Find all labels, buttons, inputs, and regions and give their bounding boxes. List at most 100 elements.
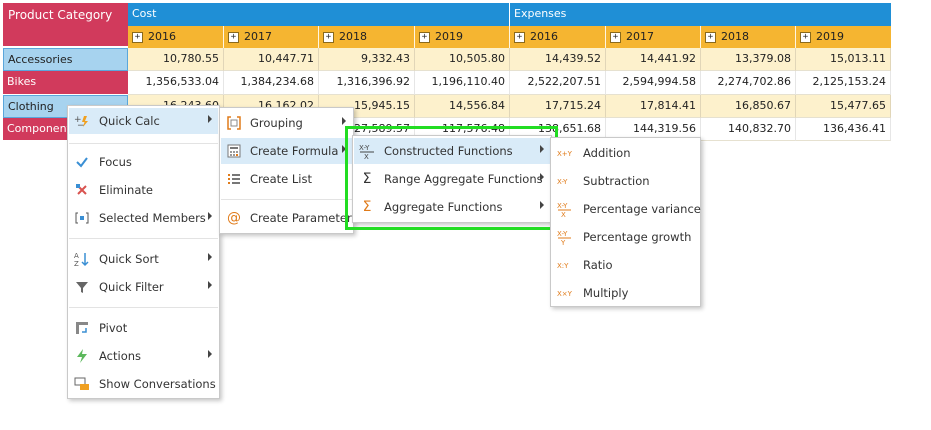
- table-cell[interactable]: 15,477.65: [796, 95, 891, 118]
- table-cell[interactable]: 16,850.67: [701, 95, 796, 118]
- chevron-right-icon: [208, 350, 212, 358]
- svg-text:−: −: [77, 121, 85, 129]
- menu-item-ratio[interactable]: X:Y Ratio: [552, 252, 699, 278]
- table-cell[interactable]: 14,439.52: [510, 48, 606, 71]
- menu-item-percentage-variance[interactable]: X-Y X Percentage variance: [552, 196, 701, 222]
- table-cell[interactable]: 10,505.80: [415, 48, 510, 71]
- svg-text:A: A: [74, 252, 79, 260]
- table-cell[interactable]: 14,441.92: [606, 48, 701, 71]
- menu-item-create-list[interactable]: Create List: [221, 166, 352, 192]
- svg-text:X-Y: X-Y: [557, 178, 568, 186]
- formula-icon: [226, 143, 242, 159]
- table-cell[interactable]: 2,125,153.24: [796, 71, 891, 95]
- table-cell[interactable]: 1,384,234.68: [224, 71, 319, 95]
- table-cell[interactable]: 2,522,207.51: [510, 71, 606, 95]
- menu-item-subtraction[interactable]: X-Y Subtraction: [552, 168, 699, 194]
- multiply-icon: X×Y: [557, 285, 573, 301]
- menu-item-quick-calc[interactable]: + − Quick Calc: [69, 108, 218, 134]
- svg-text:X: X: [561, 211, 566, 217]
- menu-item-create-parameter[interactable]: @ Create Parameter: [221, 205, 352, 231]
- table-cell[interactable]: 9,332.43: [319, 48, 415, 71]
- subtraction-icon: X-Y: [557, 173, 573, 189]
- menu-item-multiply[interactable]: X×Y Multiply: [552, 280, 699, 306]
- table-cell[interactable]: 10,780.55: [128, 48, 224, 71]
- table-cell[interactable]: 17,814.41: [606, 95, 701, 118]
- divider: [69, 238, 218, 239]
- year-header-cost-2016[interactable]: +2016: [128, 26, 224, 48]
- grouping-icon: [226, 115, 242, 131]
- table-cell[interactable]: 1,316,396.92: [319, 71, 415, 95]
- menu-item-addition[interactable]: X+Y Addition: [552, 140, 699, 166]
- percentage-growth-icon: X-Y Y: [557, 229, 573, 247]
- focus-icon: [74, 154, 90, 170]
- chevron-right-icon: [208, 212, 212, 220]
- expand-icon[interactable]: +: [610, 32, 621, 43]
- expand-icon[interactable]: +: [705, 32, 716, 43]
- chevron-right-icon: [208, 253, 212, 261]
- table-cell[interactable]: 136,436.41: [796, 118, 891, 141]
- chevron-right-icon: [208, 115, 212, 123]
- expand-icon[interactable]: +: [419, 32, 430, 43]
- row-label-accessories[interactable]: Accessories: [3, 48, 128, 71]
- expenses-group-header[interactable]: Expenses: [510, 3, 891, 26]
- divider: [221, 199, 352, 200]
- expand-icon[interactable]: +: [228, 32, 239, 43]
- menu-item-focus[interactable]: Focus: [69, 149, 218, 175]
- menu-item-create-formula[interactable]: Create Formula: [221, 138, 352, 164]
- ratio-icon: X:Y: [557, 257, 573, 273]
- parameter-icon: @: [227, 210, 241, 226]
- table-cell[interactable]: 2,274,702.86: [701, 71, 796, 95]
- constructed-functions-submenu: X+Y Addition X-Y Subtraction X-Y X Percen…: [550, 137, 701, 307]
- year-header-expenses-2019[interactable]: +2019: [796, 26, 891, 48]
- year-header-cost-2019[interactable]: +2019: [415, 26, 510, 48]
- expand-icon[interactable]: +: [800, 32, 811, 43]
- addition-icon: X+Y: [557, 145, 573, 161]
- svg-text:X:Y: X:Y: [557, 262, 569, 270]
- menu-item-selected-members[interactable]: Selected Members: [69, 205, 218, 231]
- conversations-icon: [74, 376, 90, 392]
- table-cell[interactable]: 13,379.08: [701, 48, 796, 71]
- svg-text:X-Y: X-Y: [557, 230, 568, 238]
- quick-calc-submenu: Grouping Create Formula Create List @ Cr…: [219, 107, 354, 234]
- expand-icon[interactable]: +: [514, 32, 525, 43]
- year-header-expenses-2017[interactable]: +2017: [606, 26, 701, 48]
- menu-item-eliminate[interactable]: Eliminate: [69, 177, 218, 203]
- year-header-cost-2017[interactable]: +2017: [224, 26, 319, 48]
- eliminate-icon: [74, 182, 90, 198]
- context-menu: + − Quick Calc Focus Eliminate Selected M…: [67, 105, 220, 399]
- menu-item-grouping[interactable]: Grouping: [221, 110, 352, 136]
- menu-item-pivot[interactable]: Pivot: [69, 315, 218, 341]
- quick-calc-icon: + −: [74, 113, 90, 131]
- menu-item-quick-filter[interactable]: Quick Filter: [69, 274, 218, 300]
- menu-item-percentage-growth[interactable]: X-Y Y Percentage growth: [552, 224, 699, 250]
- product-category-header[interactable]: Product Category: [3, 3, 128, 46]
- menu-item-actions[interactable]: Actions: [69, 343, 218, 369]
- svg-text:Y: Y: [560, 239, 566, 245]
- svg-text:Z: Z: [74, 260, 79, 267]
- list-icon: [226, 171, 242, 187]
- table-cell[interactable]: 14,556.84: [415, 95, 510, 118]
- highlight-box: [345, 126, 558, 230]
- menu-item-show-conversations[interactable]: Show Conversations: [69, 371, 218, 397]
- table-cell[interactable]: 1,196,110.40: [415, 71, 510, 95]
- row-label-bikes[interactable]: Bikes: [3, 71, 128, 95]
- divider: [69, 307, 218, 308]
- table-cell[interactable]: 10,447.71: [224, 48, 319, 71]
- filter-icon: [74, 279, 90, 295]
- menu-item-quick-sort[interactable]: AZ Quick Sort: [69, 246, 218, 272]
- percentage-variance-icon: X-Y X: [557, 201, 573, 219]
- table-cell[interactable]: 1,356,533.04: [128, 71, 224, 95]
- table-cell[interactable]: 140,832.70: [701, 118, 796, 141]
- chevron-right-icon: [342, 117, 346, 125]
- expand-icon[interactable]: +: [323, 32, 334, 43]
- table-cell[interactable]: 17,715.24: [510, 95, 606, 118]
- expand-icon[interactable]: +: [132, 32, 143, 43]
- year-header-expenses-2018[interactable]: +2018: [701, 26, 796, 48]
- year-header-expenses-2016[interactable]: +2016: [510, 26, 606, 48]
- chevron-right-icon: [208, 281, 212, 289]
- table-cell[interactable]: 2,594,994.58: [606, 71, 701, 95]
- table-cell[interactable]: 15,013.11: [796, 48, 891, 71]
- year-header-cost-2018[interactable]: +2018: [319, 26, 415, 48]
- cost-group-header[interactable]: Cost: [128, 3, 510, 26]
- svg-text:X-Y: X-Y: [557, 202, 568, 210]
